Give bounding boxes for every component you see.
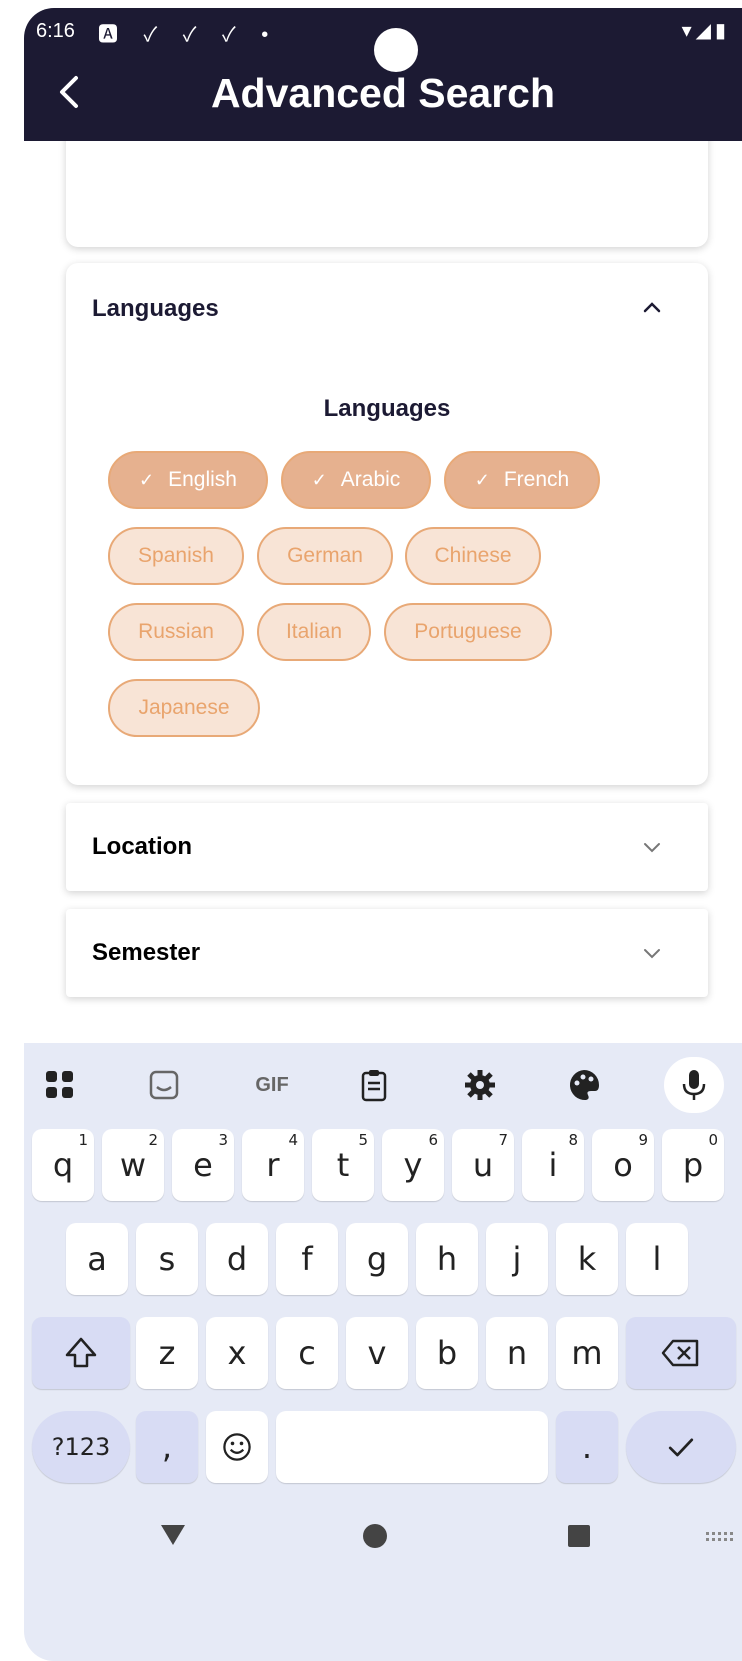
mic-button[interactable] [664,1057,724,1113]
chip-russian[interactable]: Russian [108,603,244,661]
key-e[interactable]: e3 [172,1129,234,1201]
semester-header: Semester [92,939,201,966]
key-k[interactable]: k [556,1223,618,1295]
check-icon: ✓ [474,470,490,490]
sticker-icon[interactable] [144,1065,184,1105]
chip-italian[interactable]: Italian [257,603,371,661]
key-h[interactable]: h [416,1223,478,1295]
period-key[interactable]: . [556,1411,618,1483]
key-f[interactable]: f [276,1223,338,1295]
space-key[interactable] [276,1411,548,1483]
emoji-icon [223,1433,251,1461]
status-time: 6:16 [36,20,75,42]
key-m[interactable]: m [556,1317,618,1389]
key-y[interactable]: y6 [382,1129,444,1201]
chevron-up-icon[interactable] [642,297,662,317]
key-a[interactable]: a [66,1223,128,1295]
key-s[interactable]: s [136,1223,198,1295]
chip-portuguese[interactable]: Portuguese [384,603,552,661]
key-i[interactable]: i8 [522,1129,584,1201]
palette-icon[interactable] [564,1065,604,1105]
page-title: Advanced Search [210,70,556,116]
comma-key[interactable]: , [136,1411,198,1483]
notification-icons: 🅰 ✓ ✓ ✓ • [98,24,279,46]
chip-french[interactable]: ✓ French [444,451,600,509]
location-card[interactable]: Location [66,803,708,891]
key-p[interactable]: p0 [662,1129,724,1201]
key-n[interactable]: n [486,1317,548,1389]
phone-screen: 6:16 🅰 ✓ ✓ ✓ • ▾◢▮ Advanced Search 100 L… [24,8,742,1661]
chip-japanese[interactable]: Japanese [108,679,260,737]
enter-key[interactable] [626,1411,736,1483]
mic-icon [682,1070,706,1100]
check-icon: ✓ [311,470,327,490]
key-w[interactable]: w2 [102,1129,164,1201]
key-u[interactable]: u7 [452,1129,514,1201]
camera-cutout [374,28,418,72]
apps-icon[interactable] [40,1065,80,1105]
backspace-icon [661,1339,699,1367]
shift-icon [65,1337,97,1368]
key-z[interactable]: z [136,1317,198,1389]
shift-key[interactable] [32,1317,130,1389]
chip-chinese[interactable]: Chinese [405,527,541,585]
emoji-key[interactable] [206,1411,268,1483]
nav-back-icon[interactable] [158,1519,188,1549]
location-header: Location [92,833,192,860]
check-icon: ✓ [139,470,155,490]
scroll-content[interactable]: 100 Languages Languages ✓English ✓Arabic… [24,141,742,1041]
key-l[interactable]: l [626,1223,688,1295]
keyboard-switch-icon[interactable] [704,1529,734,1549]
symbols-key[interactable]: ?123 [32,1411,130,1483]
chip-arabic[interactable]: ✓ Arabic [281,451,431,509]
chevron-down-icon[interactable] [642,943,662,963]
semester-card[interactable]: Semester [66,909,708,997]
languages-card: Languages Languages ✓ English ✓ Arabic ✓ Fr… [66,263,708,785]
key-r[interactable]: r4 [242,1129,304,1201]
key-q[interactable]: q1 [32,1129,94,1201]
key-v[interactable]: v [346,1317,408,1389]
gif-button[interactable]: GIF [246,1065,298,1105]
chip-german[interactable]: German [257,527,393,585]
languages-section-title: Languages [323,395,451,422]
backspace-key[interactable] [626,1317,736,1389]
chip-spanish[interactable]: Spanish [108,527,244,585]
chevron-down-icon[interactable] [642,837,662,857]
nav-recents-icon[interactable] [564,1521,594,1551]
key-t[interactable]: t5 [312,1129,374,1201]
previous-card: 100 [66,141,708,247]
check-icon [668,1438,694,1457]
gear-icon[interactable] [460,1065,500,1105]
clipboard-icon[interactable] [354,1065,394,1105]
chip-english[interactable]: ✓ English [108,451,268,509]
nav-home-icon[interactable] [360,1521,390,1551]
key-c[interactable]: c [276,1317,338,1389]
key-d[interactable]: d [206,1223,268,1295]
key-j[interactable]: j [486,1223,548,1295]
soft-keyboard: GIF q1 w2 e3 r4 t5 y6 u7 i 8 o 9 p 0 a s… [24,1043,742,1661]
key-x[interactable]: x [206,1317,268,1389]
languages-header[interactable]: Languages [92,295,219,323]
key-o[interactable]: o9 [592,1129,654,1201]
key-b[interactable]: b [416,1317,478,1389]
app-header: 6:16 🅰 ✓ ✓ ✓ • ▾◢▮ Advanced Search [24,8,742,141]
signal-battery-icons: ▾◢▮ [681,20,730,42]
key-g[interactable]: g [346,1223,408,1295]
